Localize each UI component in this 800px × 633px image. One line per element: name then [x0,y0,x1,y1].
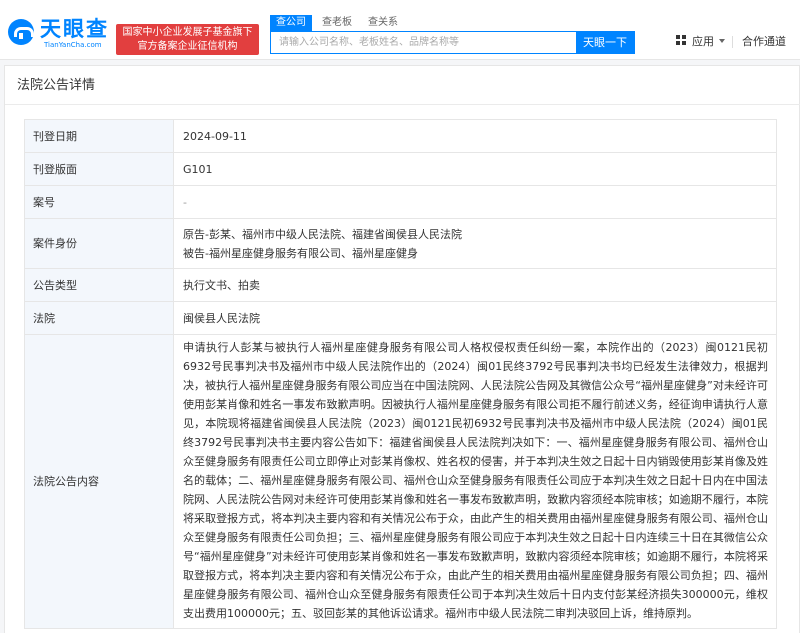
table-row: 刊登日期 2024-09-11 [24,119,777,153]
table-row: 法院 闽侯县人民法院 [24,301,777,335]
table-row: 案号 - [24,185,777,219]
table-row: 公告类型 执行文书、拍卖 [24,268,777,302]
label-case-number: 案号 [24,185,174,219]
search-input[interactable] [271,32,577,53]
value-case-parties: 原告-彭某、福州市中级人民法院、福建省闽侯县人民法院 被告-福州星座健身服务有限… [173,218,777,269]
tab-search-relation[interactable]: 查关系 [362,15,404,31]
header-divider [732,36,733,48]
official-badge[interactable]: 国家中小企业发展子基金旗下 官方备案企业征信机构 [116,24,259,55]
value-notice-content: 申请执行人彭某与被执行人福州星座健身服务有限公司人格权侵权责任纠纷一案，本院作出… [173,334,777,629]
table-row: 案件身份 原告-彭某、福州市中级人民法院、福建省闽侯县人民法院 被告-福州星座健… [24,218,777,269]
value-notice-type: 执行文书、拍卖 [173,268,777,302]
chevron-down-icon [719,39,725,43]
label-notice-content: 法院公告内容 [24,334,174,629]
notice-content-text: 申请执行人彭某与被执行人福州星座健身服务有限公司人格权侵权责任纠纷一案，本院作出… [183,341,768,620]
value-publish-date: 2024-09-11 [173,119,777,153]
value-case-number: - [173,185,777,219]
label-notice-type: 公告类型 [24,268,174,302]
logo-domain: TianYanCha.com [44,41,102,49]
tab-search-boss[interactable]: 查老板 [316,15,358,31]
page-title: 法院公告详情 [17,78,96,93]
detail-table: 刊登日期 2024-09-11 刊登版面 G101 案号 - 案件身份 原告-彭… [24,119,777,629]
label-publish-page: 刊登版面 [24,152,174,186]
logo-text[interactable]: 天眼查 [40,17,109,41]
search-box: 天眼一下 [270,31,635,54]
plaintiff-line: 原告-彭某、福州市中级人民法院、福建省闽侯县人民法院 [183,227,462,241]
detail-panel: 法院公告详情 刊登日期 2024-09-11 刊登版面 G101 案号 - 案件… [4,65,800,633]
apps-menu[interactable]: 应用 [676,35,725,49]
label-publish-date: 刊登日期 [24,119,174,153]
label-court: 法院 [24,301,174,335]
tab-search-company[interactable]: 查公司 [270,15,312,31]
value-court: 闽侯县人民法院 [173,301,777,335]
tianyancha-logo-icon[interactable] [8,19,34,45]
partner-channel-link[interactable]: 合作通道 [742,35,786,49]
badge-line-2: 官方备案企业征信机构 [137,41,238,52]
top-header: 天眼查 TianYanCha.com 国家中小企业发展子基金旗下 官方备案企业征… [0,0,800,60]
title-divider [5,104,800,105]
table-row: 法院公告内容 申请执行人彭某与被执行人福州星座健身服务有限公司人格权侵权责任纠纷… [24,334,777,629]
grid-icon [676,35,687,46]
badge-line-1: 国家中小企业发展子基金旗下 [122,27,253,38]
search-button[interactable]: 天眼一下 [576,32,634,53]
value-publish-page: G101 [173,152,777,186]
defendant-line: 被告-福州星座健身服务有限公司、福州星座健身 [183,246,418,260]
apps-label: 应用 [692,35,714,48]
label-case-parties: 案件身份 [24,218,174,269]
table-row: 刊登版面 G101 [24,152,777,186]
